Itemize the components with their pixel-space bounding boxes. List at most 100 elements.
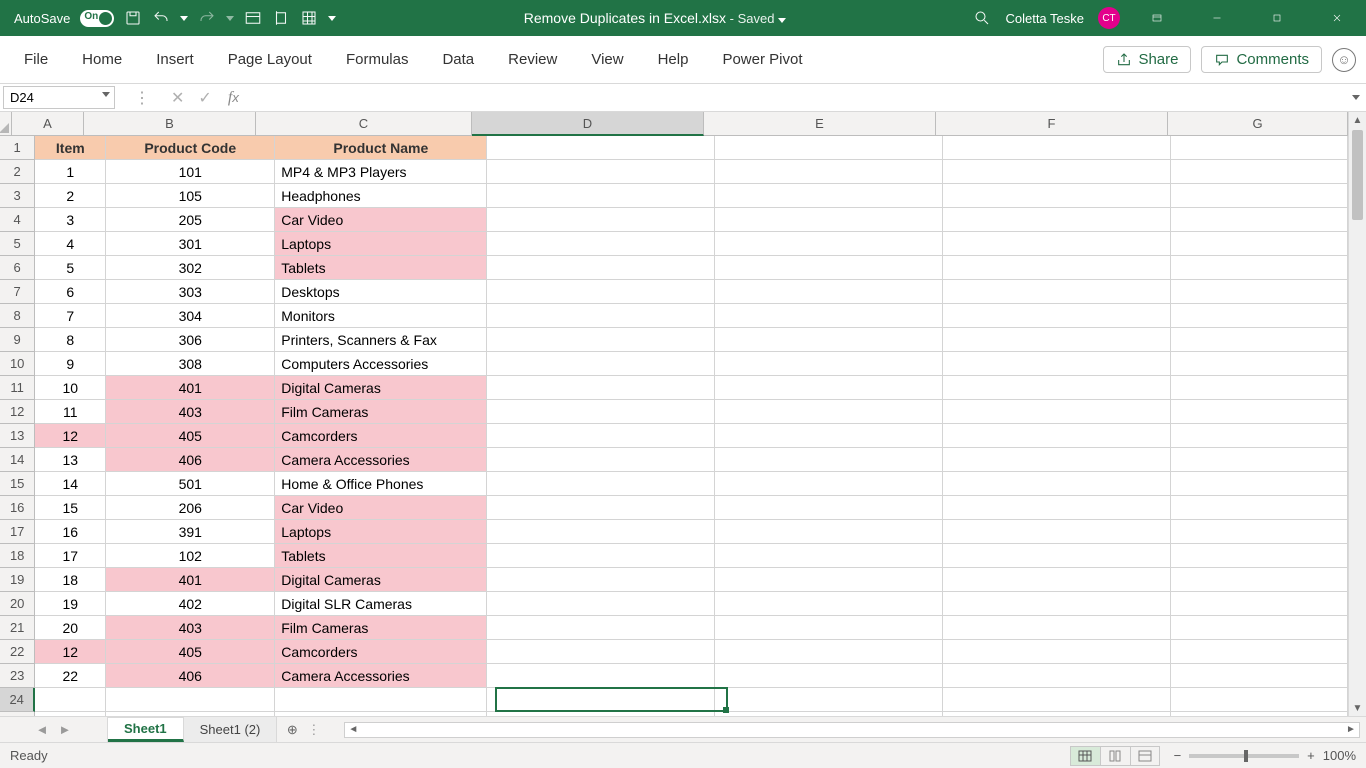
cell[interactable]: 17: [35, 544, 106, 568]
row-header[interactable]: 3: [0, 184, 35, 208]
cell[interactable]: [715, 664, 943, 688]
cell[interactable]: 205: [106, 208, 275, 232]
cell[interactable]: [715, 688, 943, 712]
cell[interactable]: [1171, 616, 1348, 640]
cell[interactable]: Laptops: [275, 520, 487, 544]
cell[interactable]: Product Code: [106, 136, 275, 160]
cell[interactable]: [943, 136, 1171, 160]
cell[interactable]: Home & Office Phones: [275, 472, 487, 496]
zoom-slider[interactable]: [1189, 754, 1299, 758]
cell[interactable]: Car Video: [275, 496, 487, 520]
close-button[interactable]: [1314, 0, 1360, 36]
cell[interactable]: [487, 256, 715, 280]
cell[interactable]: [487, 160, 715, 184]
zoom-in-button[interactable]: +: [1307, 748, 1315, 763]
cell[interactable]: [1171, 472, 1348, 496]
cell[interactable]: [1171, 448, 1348, 472]
row-header[interactable]: 15: [0, 472, 35, 496]
cell[interactable]: 3: [35, 208, 106, 232]
add-sheet-button[interactable]: ⊕: [277, 717, 307, 742]
row-header[interactable]: 12: [0, 400, 35, 424]
undo-icon[interactable]: [152, 9, 170, 27]
cell[interactable]: [943, 640, 1171, 664]
tab-power-pivot[interactable]: Power Pivot: [708, 45, 816, 74]
cell[interactable]: 20: [35, 616, 106, 640]
minimize-button[interactable]: [1194, 0, 1240, 36]
tab-view[interactable]: View: [577, 45, 637, 74]
column-header[interactable]: C: [256, 112, 472, 136]
cell[interactable]: [1171, 592, 1348, 616]
share-button[interactable]: Share: [1103, 46, 1191, 73]
cell[interactable]: [487, 376, 715, 400]
column-header[interactable]: E: [704, 112, 936, 136]
cell[interactable]: [715, 424, 943, 448]
cell[interactable]: [943, 520, 1171, 544]
cell[interactable]: 403: [106, 400, 275, 424]
cell[interactable]: [943, 496, 1171, 520]
row-header[interactable]: 14: [0, 448, 35, 472]
scroll-thumb[interactable]: [1352, 130, 1363, 220]
cell[interactable]: [715, 616, 943, 640]
row-header[interactable]: 19: [0, 568, 35, 592]
cell[interactable]: [715, 160, 943, 184]
cell[interactable]: [1171, 424, 1348, 448]
cell[interactable]: 8: [35, 328, 106, 352]
redo-icon[interactable]: [198, 9, 216, 27]
cell[interactable]: [487, 688, 715, 712]
vertical-scrollbar[interactable]: ▲ ▼: [1348, 112, 1366, 716]
cell[interactable]: Camera Accessories: [275, 448, 487, 472]
cell[interactable]: [715, 328, 943, 352]
cell[interactable]: [487, 304, 715, 328]
row-header[interactable]: 10: [0, 352, 35, 376]
cell[interactable]: [943, 280, 1171, 304]
cell[interactable]: 304: [106, 304, 275, 328]
cell[interactable]: 4: [35, 232, 106, 256]
cell[interactable]: 16: [35, 520, 106, 544]
cell[interactable]: [943, 256, 1171, 280]
cell[interactable]: [35, 688, 106, 712]
view-pagelayout-button[interactable]: [1100, 746, 1130, 766]
row-header[interactable]: 5: [0, 232, 35, 256]
cell[interactable]: [943, 544, 1171, 568]
tab-page-layout[interactable]: Page Layout: [214, 45, 326, 74]
qat-icon-3[interactable]: [300, 9, 318, 27]
cell[interactable]: Camcorders: [275, 424, 487, 448]
cell[interactable]: [715, 280, 943, 304]
cell[interactable]: [715, 400, 943, 424]
cell[interactable]: 406: [106, 664, 275, 688]
cell[interactable]: 308: [106, 352, 275, 376]
row-header[interactable]: 21: [0, 616, 35, 640]
cell[interactable]: 403: [106, 616, 275, 640]
view-pagebreak-button[interactable]: [1130, 746, 1160, 766]
row-header[interactable]: 4: [0, 208, 35, 232]
cell[interactable]: [943, 232, 1171, 256]
comments-button[interactable]: Comments: [1201, 46, 1322, 73]
cell[interactable]: 303: [106, 280, 275, 304]
tab-review[interactable]: Review: [494, 45, 571, 74]
cell[interactable]: [715, 376, 943, 400]
horizontal-scrollbar[interactable]: ◄ ►: [344, 722, 1360, 738]
formula-input[interactable]: [247, 84, 1346, 111]
user-name[interactable]: Coletta Teske: [1005, 11, 1084, 26]
cell[interactable]: [1171, 232, 1348, 256]
tab-help[interactable]: Help: [644, 45, 703, 74]
cell[interactable]: 105: [106, 184, 275, 208]
cell[interactable]: [943, 328, 1171, 352]
sheet-tab-active[interactable]: Sheet1: [108, 717, 184, 742]
cell[interactable]: Tablets: [275, 544, 487, 568]
cell[interactable]: [1171, 496, 1348, 520]
zoom-level[interactable]: 100%: [1323, 748, 1356, 763]
cell[interactable]: [106, 712, 275, 716]
cell[interactable]: [487, 712, 715, 716]
cell[interactable]: Printers, Scanners & Fax: [275, 328, 487, 352]
name-box[interactable]: D24: [3, 86, 115, 109]
cell[interactable]: 1: [35, 160, 106, 184]
cell[interactable]: [715, 520, 943, 544]
cell[interactable]: [943, 424, 1171, 448]
cell[interactable]: [715, 304, 943, 328]
cell[interactable]: 401: [106, 568, 275, 592]
autosave-toggle[interactable]: On: [80, 10, 114, 27]
cell[interactable]: [943, 208, 1171, 232]
row-header[interactable]: 23: [0, 664, 35, 688]
cell[interactable]: 101: [106, 160, 275, 184]
